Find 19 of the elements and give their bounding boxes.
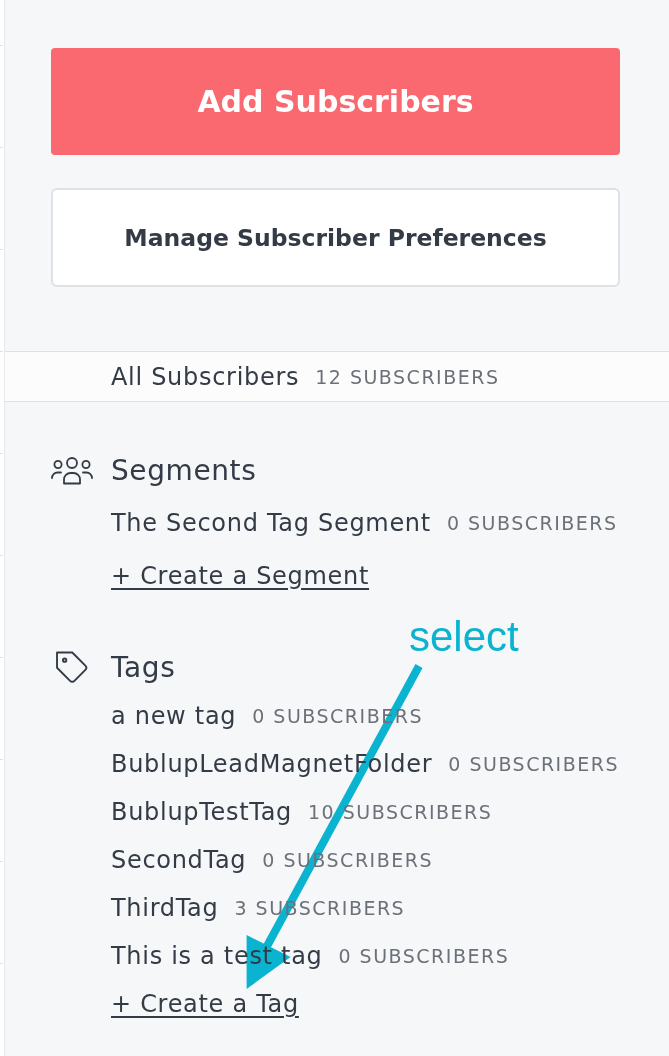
annotation-label: select (409, 613, 519, 661)
tag-link[interactable]: SecondTag (111, 846, 247, 874)
manage-preferences-button[interactable]: Manage Subscriber Preferences (51, 188, 620, 287)
segment-link[interactable]: The Second Tag Segment (111, 508, 431, 537)
people-icon (51, 455, 93, 485)
section-heading: Segments (111, 453, 257, 487)
tag-link[interactable]: ThirdTag (111, 894, 219, 922)
tag-icon (55, 651, 88, 683)
subscriber-count: 0 SUBSCRIBERS (446, 511, 618, 534)
section-heading: Tags (111, 650, 176, 684)
create-tag-link[interactable]: + Create a Tag (111, 990, 299, 1018)
subscriber-count: 0 SUBSCRIBERS (338, 945, 510, 967)
all-subscribers-link[interactable]: All Subscribers (111, 362, 300, 391)
tag-link[interactable]: BublupTestTag (111, 798, 292, 826)
subscriber-count: 10 SUBSCRIBERS (308, 801, 493, 823)
create-segment-link[interactable]: + Create a Segment (111, 561, 370, 590)
subscriber-count: 0 SUBSCRIBERS (448, 753, 620, 775)
subscriber-count: 12 SUBSCRIBERS (315, 365, 500, 388)
tag-link[interactable]: a new tag (111, 702, 237, 730)
